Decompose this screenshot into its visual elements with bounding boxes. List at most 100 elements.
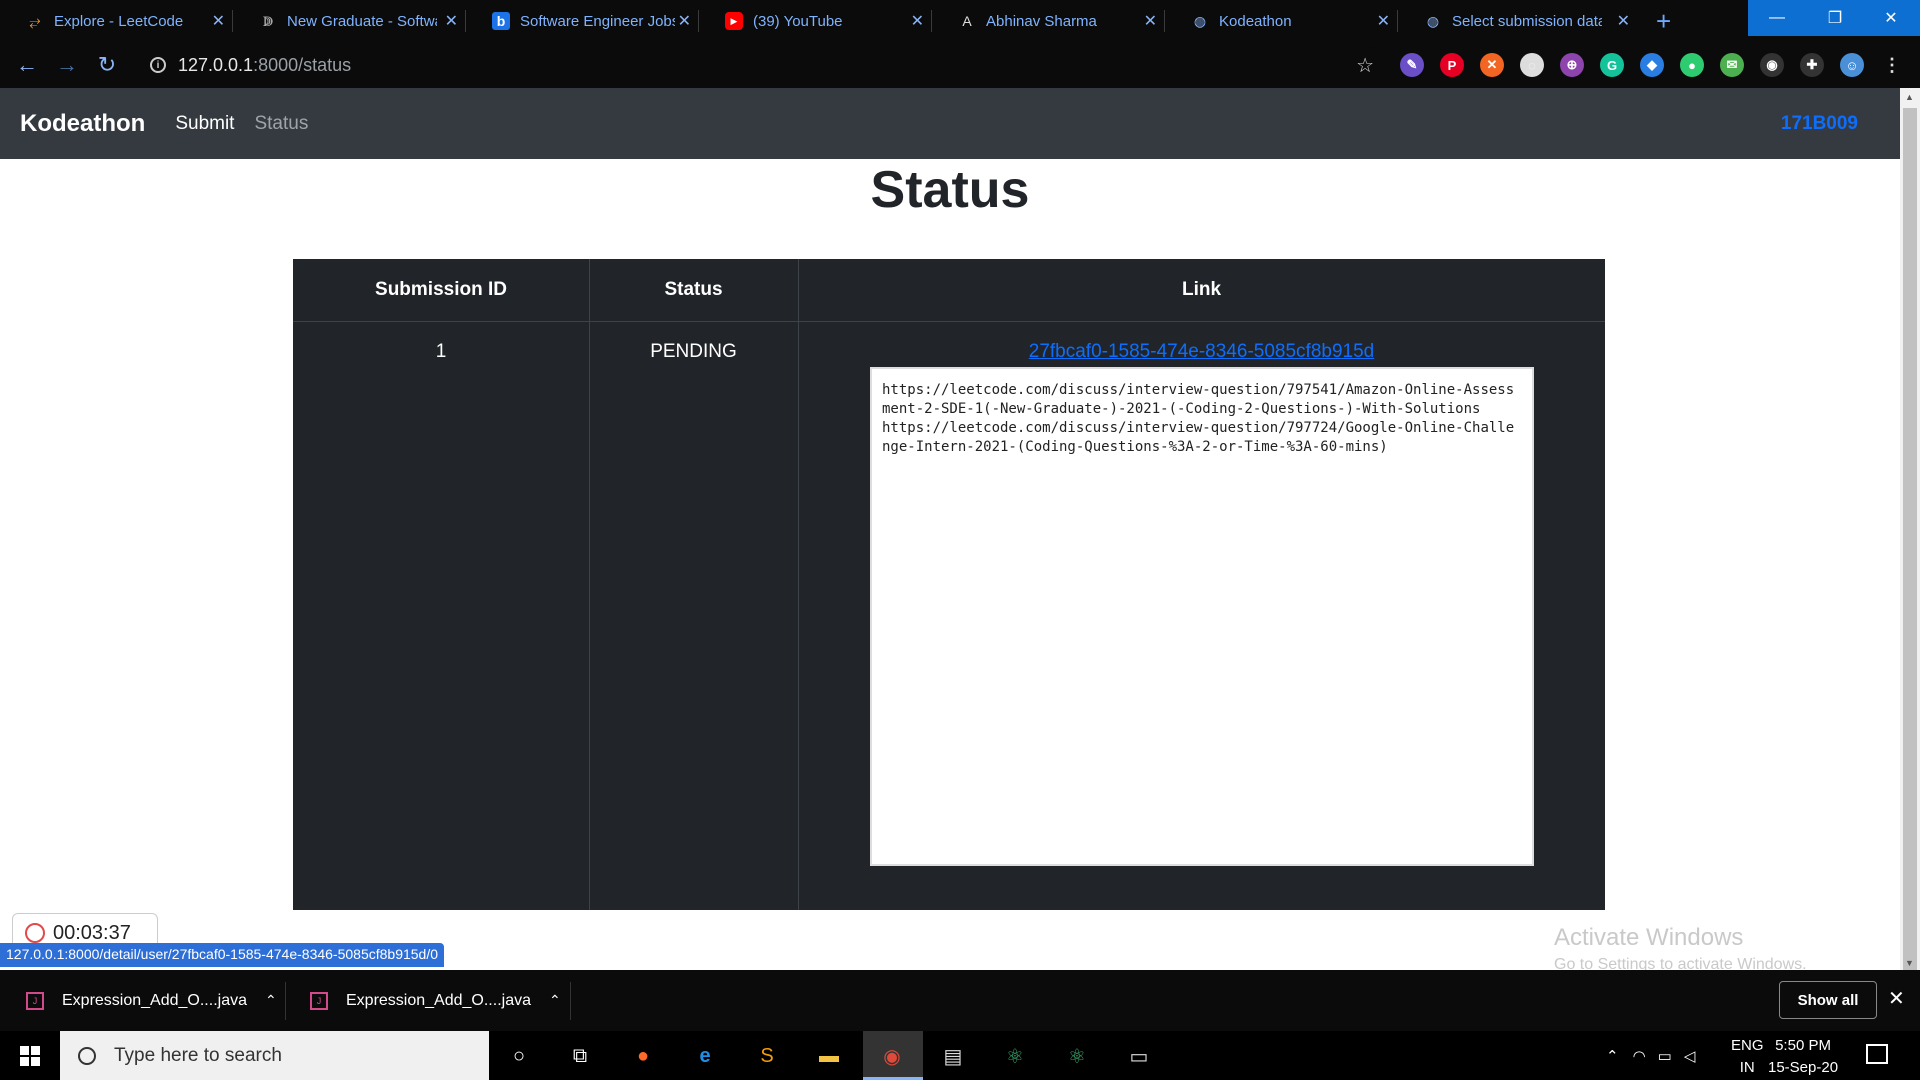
status-url-bubble: 127.0.0.1:8000/detail/user/27fbcaf0-1585… [0,943,445,967]
globe-icon: ◍ [1426,12,1440,29]
clock-icon [25,923,45,943]
close-icon[interactable]: ✕ [1617,11,1630,31]
document-icon[interactable]: ▤ [937,1040,969,1072]
download-divider [570,982,571,1020]
close-icon[interactable]: ✕ [678,11,691,31]
tab-label: Select submission data [1452,12,1602,30]
region-code: IN [1739,1059,1755,1076]
chevron-up-icon[interactable]: ⌃ [1606,1047,1619,1065]
b-icon: b [492,12,510,30]
scrollbar-thumb[interactable] [1903,108,1917,988]
taskbar-clock[interactable]: 5:50 PM 15-Sep-20 [1768,1035,1838,1079]
atom-icon[interactable]: ⚛ [1061,1040,1093,1072]
address-bar[interactable]: i 127.0.0.1 :8000/status ☆ [138,47,1386,83]
taskbar-search[interactable]: Type here to search [60,1031,489,1080]
tab-label: Software Engineer Jobs [520,12,675,30]
white-extension-icon[interactable]: ◌ [1520,53,1544,77]
close-icon[interactable]: ✕ [212,11,225,31]
user-id-link[interactable]: 171B009 [1781,113,1858,135]
file-explorer-icon[interactable]: ▬ [813,1040,845,1072]
language-indicator[interactable]: ENG IN [1731,1035,1764,1079]
close-icon[interactable]: ✕ [1377,11,1390,31]
reload-icon[interactable]: ↻ [92,50,122,80]
nav-submit-link[interactable]: Submit [175,113,234,135]
links-textarea[interactable]: https://leetcode.com/discuss/interview-q… [870,367,1534,866]
forward-icon[interactable]: → [52,50,82,80]
leetcode-icon: ⥂ [29,12,41,29]
browser-tab-strip: ⥂ Explore - LeetCode ✕ ↇ New Graduate - … [0,0,1920,42]
new-tab-icon[interactable]: + [1656,6,1671,37]
submission-link[interactable]: 27fbcaf0-1585-474e-8346-5085cf8b915d [1029,341,1374,363]
back-icon[interactable]: ← [12,50,42,80]
cortana-icon[interactable]: ○ [503,1040,535,1072]
site-brand[interactable]: Kodeathon [20,110,145,138]
chrome-icon[interactable]: ◉ [876,1040,908,1072]
record-extension-icon[interactable]: ◉ [1760,53,1784,77]
chevron-up-icon[interactable]: ⌃ [265,992,277,1009]
grammarly-extension-icon[interactable]: G [1600,53,1624,77]
tab-abhinav-sharma[interactable]: A Abhinav Sharma ✕ [932,0,1165,42]
pinterest-extension-icon[interactable]: P [1440,53,1464,77]
timer-value: 00:03:37 [53,921,131,944]
tab-software-engineer-jobs[interactable]: b Software Engineer Jobs ✕ [466,0,699,42]
tab-new-graduate[interactable]: ↇ New Graduate - Software ✕ [233,0,466,42]
bookmark-star-icon[interactable]: ☆ [1356,53,1374,78]
blue-extension-icon[interactable]: ◆ [1640,53,1664,77]
puzzle-extension-icon[interactable]: ✚ [1800,53,1824,77]
activate-title: Activate Windows [1554,924,1744,951]
green-extension-icon[interactable]: ● [1680,53,1704,77]
close-icon[interactable]: ✕ [1888,986,1905,1011]
restore-icon[interactable]: ❐ [1806,0,1864,36]
windows-taskbar: Type here to search ○ ⧉ ● e S ▬ ◉ ▤ ⚛ ⚛ … [0,1031,1920,1080]
tab-youtube[interactable]: ▶ (39) YouTube ✕ [699,0,932,42]
terminal-icon[interactable]: ▭ [1123,1040,1155,1072]
tab-select-submission[interactable]: ◍ Select submission data ✕ [1398,0,1638,42]
atom-icon[interactable]: ⚛ [999,1040,1031,1072]
page-scrollbar[interactable]: ▲ ▼ [1900,88,1920,988]
column-header-link: Link [1181,279,1222,300]
info-icon[interactable]: i [150,57,166,73]
volume-icon[interactable]: ◁ [1684,1047,1696,1065]
scroll-up-icon[interactable]: ▲ [1905,92,1914,102]
tab-leetcode[interactable]: ⥂ Explore - LeetCode ✕ [0,0,233,42]
postman-icon[interactable]: ● [627,1040,659,1072]
chevron-up-icon[interactable]: ⌃ [549,992,561,1009]
window-close-icon[interactable]: ✕ [1862,0,1920,36]
download-filename: Expression_Add_O....java [346,991,531,1009]
search-icon [78,1046,96,1065]
show-all-button[interactable]: Show all [1779,981,1877,1019]
url-path: :8000/status [253,54,352,75]
headphones-icon: ↇ [262,12,274,29]
browser-menu-icon[interactable]: ⋮ [1880,53,1904,77]
search-placeholder: Type here to search [114,1044,282,1066]
purple-extension-icon[interactable]: ⊕ [1560,53,1584,77]
clock-time: 5:50 PM [1775,1037,1831,1054]
profile-avatar-icon[interactable]: ☺ [1840,53,1864,77]
edge-icon[interactable]: e [689,1040,721,1072]
start-button[interactable] [0,1031,60,1080]
orange-extension-icon[interactable]: ✕ [1480,53,1504,77]
mail-extension-icon[interactable]: ✉ [1720,53,1744,77]
feather-extension-icon[interactable]: ✎ [1400,53,1424,77]
tab-kodeathon[interactable]: ◍ Kodeathon ✕ [1165,0,1398,42]
tab-label: Kodeathon [1219,12,1292,30]
java-file-icon: J [26,991,44,1010]
scroll-down-icon[interactable]: ▼ [1905,958,1914,968]
download-item[interactable]: J Expression_Add_O....java ⌃ [310,970,561,1031]
column-header-submission-id: Submission ID [375,279,507,300]
status-cell: PENDING [650,341,737,362]
notification-icon[interactable] [1866,1044,1888,1064]
nav-status-link[interactable]: Status [254,113,308,135]
globe-icon: ◍ [1193,12,1207,29]
battery-icon[interactable]: ▭ [1658,1047,1672,1065]
download-divider [285,982,286,1020]
close-icon[interactable]: ✕ [445,11,458,31]
status-table: Submission ID Status Link 1 PENDING 27fb… [293,259,1605,910]
sublime-icon[interactable]: S [751,1040,783,1072]
download-item[interactable]: J Expression_Add_O....java ⌃ [26,970,277,1031]
wifi-icon[interactable]: ◠ [1633,1047,1646,1065]
close-icon[interactable]: ✕ [1144,11,1157,31]
close-icon[interactable]: ✕ [911,11,924,31]
task-view-icon[interactable]: ⧉ [564,1040,596,1072]
minimize-icon[interactable]: — [1748,0,1806,36]
